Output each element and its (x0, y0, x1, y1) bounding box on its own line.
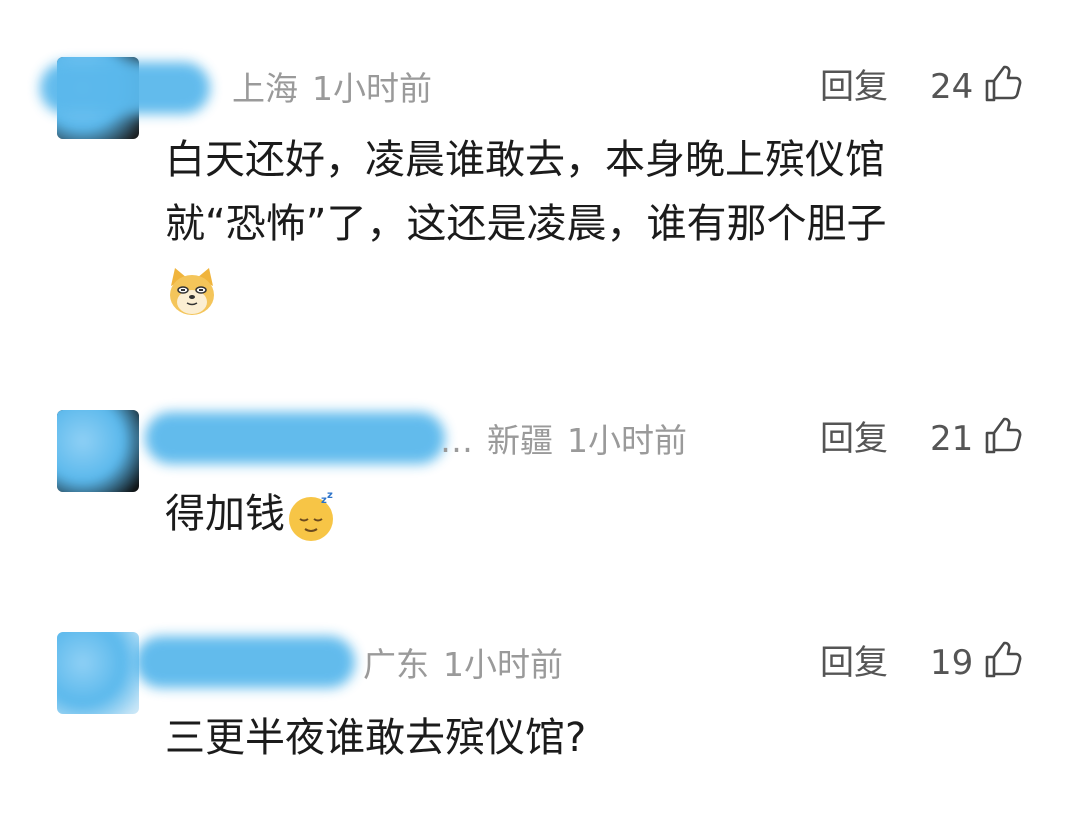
like-count: 19 (930, 643, 974, 683)
content-line: 白天还好，凌晨谁敢去，本身晚上殡仪馆 (165, 137, 885, 183)
avatar[interactable] (57, 632, 139, 714)
time-label: 1小时前 (312, 69, 432, 108)
comment-content: 得加钱 z z (165, 482, 1015, 546)
content-line: 就“恐怖”了，这还是凌晨，谁有那个胆子 (165, 201, 887, 247)
content-text: 三更半夜谁敢去殡仪馆? (165, 715, 587, 761)
time-label: 1小时前 (443, 645, 563, 684)
location-label: 上海 (232, 69, 298, 108)
sleeping-face-emoji-icon: z z (289, 490, 333, 541)
reply-button[interactable]: 回复 (820, 70, 888, 104)
thumb-up-icon[interactable] (983, 64, 1023, 104)
avatar[interactable] (57, 410, 139, 492)
like-count: 24 (930, 67, 974, 107)
comment-content: 白天还好，凌晨谁敢去，本身晚上殡仪馆 就“恐怖”了，这还是凌晨，谁有那个胆子 (165, 128, 1015, 320)
comment-meta: 广东 1小时前 (363, 648, 563, 681)
reply-button[interactable]: 回复 (820, 422, 888, 456)
comment-meta: 上海 1小时前 (232, 72, 432, 105)
comment-meta: … 新疆 1小时前 (440, 424, 687, 457)
comment-content: 三更半夜谁敢去殡仪馆? (165, 706, 1015, 770)
time-label: 1小时前 (567, 421, 687, 460)
location-label: 新疆 (487, 421, 553, 460)
ellipsis: … (440, 421, 473, 460)
thumb-up-icon[interactable] (983, 416, 1023, 456)
location-label: 广东 (363, 645, 429, 684)
svg-text:z: z (327, 490, 333, 501)
reply-button[interactable]: 回复 (820, 646, 888, 680)
username-blurred[interactable] (40, 62, 210, 114)
doge-emoji-icon (170, 268, 214, 315)
thumb-up-icon[interactable] (983, 640, 1023, 680)
like-count: 21 (930, 419, 974, 459)
content-text: 得加钱 (165, 491, 285, 537)
username-blurred[interactable] (145, 412, 445, 464)
username-blurred[interactable] (135, 636, 355, 688)
